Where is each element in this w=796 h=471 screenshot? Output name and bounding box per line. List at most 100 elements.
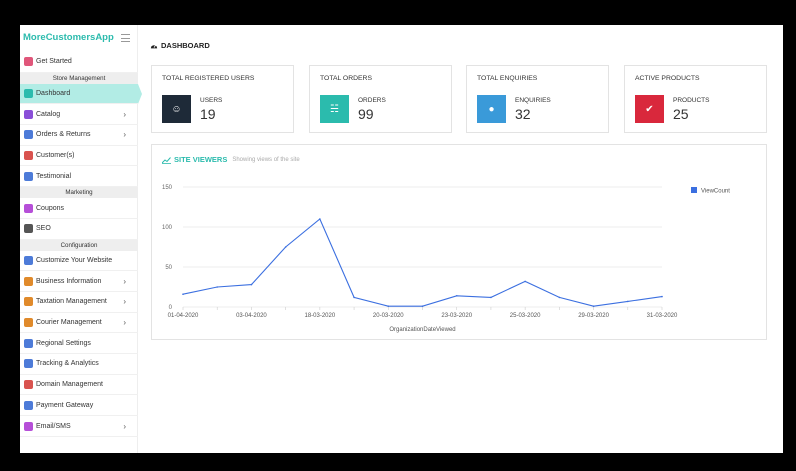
orders-icon [24,130,33,140]
page-title: DASHBOARD [150,41,210,50]
stat-card-label: USERS [200,97,223,104]
series-line-viewcount [182,218,663,307]
catalog-icon [24,109,33,119]
y-tick-label: 100 [162,225,173,231]
stat-card-title: TOTAL ENQUIRIES [477,75,538,82]
chevron-right-icon: › [123,297,126,307]
sidebar-item-get-started[interactable]: Get Started [20,52,138,73]
stat-card-label: ORDERS [358,97,386,104]
brand-logo[interactable]: MoreCustomersApp [23,32,114,43]
stat-card-orders[interactable]: TOTAL ORDERS ☵ ORDERS 99 [309,65,452,133]
sidebar-item-courier-management[interactable]: Courier Management › [20,313,138,334]
data-point [216,286,219,288]
stat-card-value: 19 [200,106,216,122]
sidebar-item-customer-s[interactable]: Customer(s) [20,146,138,167]
sidebar-item-payment-gateway[interactable]: Payment Gateway [20,396,138,417]
stat-card-icon-box: ● [477,95,506,123]
sidebar-item-label: Customize Your Website [36,256,113,264]
y-tick-label: 150 [162,185,173,191]
data-point [387,305,390,307]
stat-card-label: PRODUCTS [673,97,710,104]
sidebar-item-label: Regional Settings [36,339,91,347]
sidebar-item-dashboard[interactable]: Dashboard [20,83,142,105]
x-tick-label: 18-03-2020 [305,313,336,319]
seo-icon [24,224,33,234]
legend-swatch [691,187,697,193]
sidebar-item-label: Domain Management [36,381,103,389]
data-point [592,305,595,307]
monitor-icon [24,255,33,265]
x-tick-label: 23-03-2020 [441,313,472,319]
domain-icon [24,380,33,390]
sidebar-item-label: Dashboard [36,90,71,98]
sidebar-item-email-sms[interactable]: Email/SMS › [20,416,138,437]
stat-card-enquiries[interactable]: TOTAL ENQUIRIES ● ENQUIRIES 32 [466,65,609,133]
data-point [421,305,424,307]
data-point [353,296,355,299]
sidebar-item-customize-your-website[interactable]: Customize Your Website [20,251,138,272]
chevron-right-icon: › [123,318,126,328]
app-window: MoreCustomersApp Get Started Store Manage… [20,25,783,453]
data-point [490,296,492,299]
site-viewers-panel: 0 50 100 150 01-04-2020 03-04-2020 18-03-2020 2… [151,144,767,340]
sidebar-item-domain-management[interactable]: Domain Management [20,375,138,396]
stat-card-value: 99 [358,106,374,122]
data-point [284,246,287,248]
briefcase-icon [24,276,33,286]
data-point [250,283,253,286]
check-icon: ✔ [645,103,654,115]
chart-header: SITE VIEWERS Showing views of the site [162,155,300,164]
x-tick-label: 29-03-2020 [578,313,609,319]
tax-icon [24,297,33,307]
dashboard-icon [150,44,158,48]
data-point [524,280,526,283]
coupon-icon [24,203,33,213]
sidebar: MoreCustomersApp Get Started Store Manage… [20,25,142,453]
sidebar-item-label: Testimonial [36,172,72,180]
site-viewers-chart: 0 50 100 150 01-04-2020 03-04-2020 18-03-2020 2… [162,185,730,333]
stat-card-products[interactable]: ACTIVE PRODUCTS ✔ PRODUCTS 25 [624,65,767,133]
data-point [661,295,663,298]
menu-toggle-icon[interactable] [121,34,130,42]
chart-subtitle: Showing views of the site [232,156,300,163]
sidebar-item-taxtation-management[interactable]: Taxtation Management › [20,292,138,313]
user-icon: ☺ [171,103,182,115]
sidebar-item-label: Taxtation Management [36,298,107,306]
sidebar-item-business-information[interactable]: Business Information › [20,271,138,292]
analytics-icon [24,359,33,369]
sidebar-item-label: Business Information [36,277,102,285]
line-chart-icon [162,156,171,164]
sidebar-item-orders-returns[interactable]: Orders & Returns › [20,125,138,146]
x-tick-label: 31-03-2020 [647,313,678,319]
sidebar-item-tracking-analytics[interactable]: Tracking & Analytics [20,354,138,375]
data-point [626,300,629,303]
sidebar-item-label: Orders & Returns [36,131,91,139]
sidebar-item-label: Customer(s) [36,152,75,160]
email-icon [24,421,33,431]
data-point [455,295,458,297]
x-tick-label: 03-04-2020 [236,313,267,319]
stat-card-label: ENQUIRIES [515,97,551,104]
stat-card-title: ACTIVE PRODUCTS [635,75,700,82]
sidebar-item-catalog[interactable]: Catalog › [20,104,138,126]
data-point [558,296,561,299]
sidebar-item-label: Coupons [36,204,65,212]
x-tick-label: 01-04-2020 [168,313,199,319]
users-icon [24,151,33,161]
chart-icon [24,171,33,181]
sidebar-section-store-management: Store Management [20,72,138,84]
sidebar-item-testimonial[interactable]: Testimonial [20,167,138,188]
sidebar-section-configuration: Configuration [20,239,138,251]
stat-card-value: 32 [515,106,531,122]
page-title-text: DASHBOARD [161,41,210,50]
sidebar-item-regional-settings[interactable]: Regional Settings [20,333,138,355]
sidebar-section-marketing: Marketing [20,187,138,199]
payment-icon [24,400,33,410]
truck-icon [24,318,33,328]
x-tick-label: 20-03-2020 [373,313,404,319]
stat-card-users[interactable]: TOTAL REGISTERED USERS ☺ USERS 19 [151,65,294,133]
stat-card-title: TOTAL ORDERS [320,75,372,82]
sidebar-item-coupons[interactable]: Coupons [20,198,138,219]
stat-card-value: 25 [673,106,689,122]
sidebar-item-seo[interactable]: SEO [20,219,138,240]
